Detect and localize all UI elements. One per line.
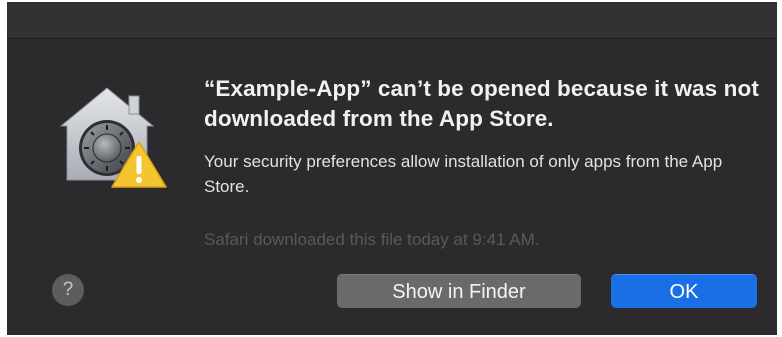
- dialog-headline: “Example-App” can’t be opened because it…: [204, 76, 759, 131]
- dialog-body-text: Your security preferences allow installa…: [204, 152, 723, 196]
- warning-triangle-icon: [110, 140, 168, 190]
- download-source-note: Safari downloaded this file today at 9:4…: [204, 230, 540, 249]
- security-alert-dialog: “Example-App” can’t be opened because it…: [7, 2, 777, 335]
- dialog-top-strip: [7, 2, 777, 39]
- screenshot-frame: “Example-App” can’t be opened because it…: [0, 0, 782, 337]
- help-button[interactable]: ?: [52, 274, 84, 306]
- ok-button[interactable]: OK: [611, 274, 757, 308]
- show-in-finder-button[interactable]: Show in Finder: [337, 274, 581, 308]
